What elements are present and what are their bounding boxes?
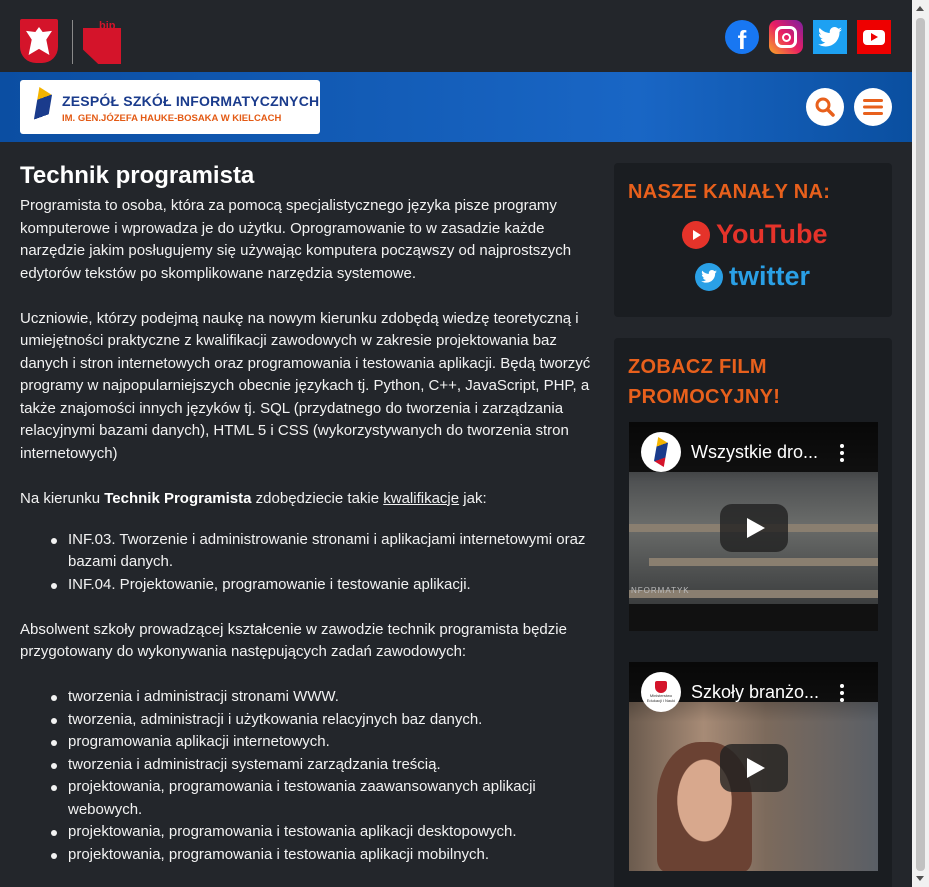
channels-widget: NASZE KANAŁY NA: YouTube twitter xyxy=(614,163,892,317)
search-button[interactable] xyxy=(806,88,844,126)
play-button[interactable] xyxy=(720,504,788,552)
list-item: tworzenia i administracji stronami WWW. xyxy=(20,686,600,709)
search-icon xyxy=(815,97,835,117)
channels-title: NASZE KANAŁY NA: xyxy=(628,181,831,203)
twitter-channel-link[interactable]: twitter xyxy=(695,261,810,292)
twitter-label: twitter xyxy=(729,261,810,291)
page-title: Technik programista xyxy=(20,162,255,189)
paragraph-intro: Programista to osoba, która za pomocą sp… xyxy=(20,197,572,282)
play-button[interactable] xyxy=(720,744,788,792)
list-item: INF.04. Projektowanie, programowanie i t… xyxy=(20,574,600,597)
more-options-icon[interactable] xyxy=(840,684,844,702)
header-banner: ZESPÓŁ SZKÓŁ INFORMATYCZNYCH IM. GEN.JÓZ… xyxy=(0,72,912,142)
list-item: tworzenia, administracji i użytkowania r… xyxy=(20,709,600,732)
list-item: projektowania, programowania i testowani… xyxy=(20,844,600,867)
twitter-icon[interactable] xyxy=(813,20,847,54)
scrollbar[interactable] xyxy=(912,0,929,887)
youtube-icon xyxy=(682,220,710,249)
list-item: INF.03. Tworzenie i administrowanie stro… xyxy=(20,529,600,574)
youtube-channel-link[interactable]: YouTube xyxy=(682,219,827,250)
list-item: projektowania, programowania i testowani… xyxy=(20,821,600,844)
scroll-up-icon[interactable] xyxy=(916,6,924,11)
facebook-icon[interactable]: f xyxy=(725,20,759,55)
twitter-icon xyxy=(695,262,723,291)
paragraph-graduate: Absolwent szkoły prowadzącej kształcenie… xyxy=(20,620,567,661)
bip-label: bip xyxy=(99,20,116,32)
video-title[interactable]: Szkoły branżo... xyxy=(691,682,831,703)
video-embed[interactable]: Ministerstwo Edukacji i Nauki Szkoły bra… xyxy=(629,662,878,871)
youtube-label: YouTube xyxy=(716,219,828,249)
school-emblem-icon xyxy=(34,87,52,127)
paragraph-qualifications: Na kierunku Technik Programista zdobędzi… xyxy=(20,489,487,507)
qualifications-list: INF.03. Tworzenie i administrowanie stro… xyxy=(20,529,600,597)
bold-course-name: Technik Programista xyxy=(104,489,252,507)
list-item: projektowania, programowania i testowani… xyxy=(20,776,600,821)
instagram-icon[interactable] xyxy=(769,20,803,54)
scrollbar-thumb[interactable] xyxy=(916,18,925,871)
bip-logo[interactable]: bip xyxy=(83,20,123,64)
paragraph-students: Uczniowie, którzy podejmą naukę na nowym… xyxy=(20,309,591,462)
polish-emblem-icon[interactable] xyxy=(20,19,58,63)
video-title[interactable]: Wszystkie dro... xyxy=(691,442,831,463)
video-embed[interactable]: Wszystkie dro... NFORMATYK xyxy=(629,422,878,631)
hamburger-icon xyxy=(863,99,883,115)
divider xyxy=(72,20,73,64)
more-options-icon[interactable] xyxy=(840,444,844,462)
promo-film-widget: ZOBACZ FILM PROMOCYJNY! Wszystkie dro...… xyxy=(614,338,892,887)
menu-button[interactable] xyxy=(854,88,892,126)
top-bar: bip f xyxy=(0,0,912,72)
film-title: ZOBACZ FILM PROMOCYJNY! xyxy=(628,356,781,408)
tasks-list: tworzenia i administracji stronami WWW. … xyxy=(20,686,600,866)
article: Technik programista Programista to osoba… xyxy=(20,160,600,887)
qualifications-link[interactable]: kwalifikacje xyxy=(383,490,459,507)
list-item: programowania aplikacji internetowych. xyxy=(20,731,600,754)
logo-title: ZESPÓŁ SZKÓŁ INFORMATYCZNYCH xyxy=(62,93,320,109)
youtube-icon[interactable] xyxy=(857,20,891,54)
school-logo[interactable]: ZESPÓŁ SZKÓŁ INFORMATYCZNYCH IM. GEN.JÓZ… xyxy=(20,80,320,134)
logo-subtitle: IM. GEN.JÓZEFA HAUKE-BOSAKA W KIELCACH xyxy=(62,113,282,124)
video-watermark: NFORMATYK xyxy=(631,586,690,595)
list-item: tworzenia i administracji systemami zarz… xyxy=(20,754,600,777)
scroll-down-icon[interactable] xyxy=(916,876,924,881)
channel-avatar[interactable]: Ministerstwo Edukacji i Nauki xyxy=(641,672,681,712)
channel-avatar[interactable] xyxy=(641,432,681,472)
